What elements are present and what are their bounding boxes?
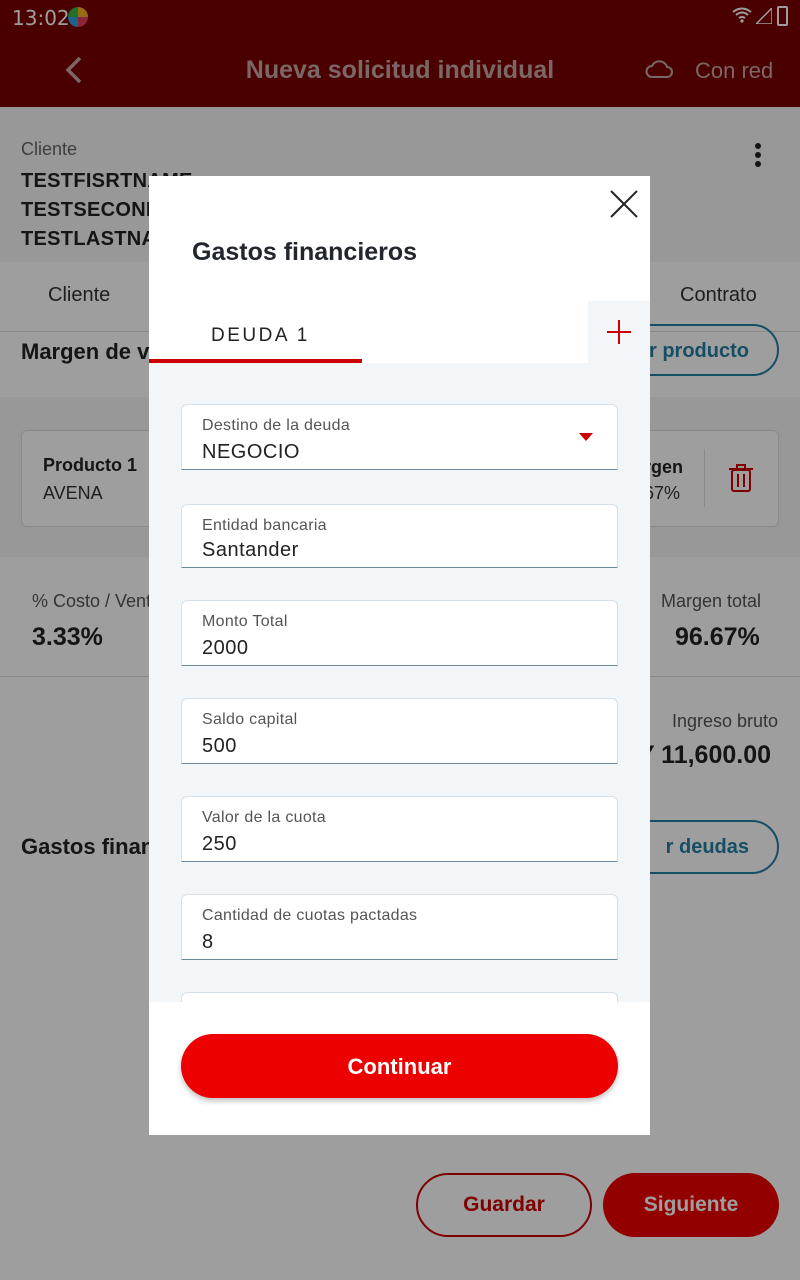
continue-button[interactable]: Continuar [181, 1034, 618, 1098]
field-value: 250 [202, 833, 237, 855]
field-label: Monto Total [202, 613, 288, 630]
next-field[interactable] [181, 992, 618, 1002]
field-label: Cantidad de cuotas pactadas [202, 907, 418, 924]
field-label: Destino de la deuda [202, 417, 351, 434]
field-label: Saldo capital [202, 711, 298, 728]
field-value: 8 [202, 931, 214, 953]
debt-form: Destino de la deuda NEGOCIO Entidad banc… [149, 363, 650, 1002]
financial-expenses-dialog: Gastos financieros DEUDA 1 Destino de la… [149, 176, 650, 1135]
total-amount-field[interactable]: Monto Total 2000 [181, 600, 618, 666]
field-value: 2000 [202, 637, 249, 659]
installment-value-field[interactable]: Valor de la cuota 250 [181, 796, 618, 862]
dialog-footer: Continuar [149, 1002, 650, 1135]
field-label: Valor de la cuota [202, 809, 326, 826]
installments-count-field[interactable]: Cantidad de cuotas pactadas 8 [181, 894, 618, 960]
field-value: NEGOCIO [202, 441, 300, 463]
dialog-title: Gastos financieros [192, 238, 418, 266]
plus-icon [607, 320, 631, 344]
field-value: 500 [202, 735, 237, 757]
dropdown-caret-icon [579, 433, 593, 441]
capital-balance-field[interactable]: Saldo capital 500 [181, 698, 618, 764]
field-label: Entidad bancaria [202, 517, 327, 534]
tab-debt-1-label: DEUDA 1 [211, 325, 310, 346]
field-value: Santander [202, 539, 299, 561]
bank-entity-field[interactable]: Entidad bancaria Santander [181, 504, 618, 568]
close-icon[interactable] [608, 188, 640, 220]
debt-tabs: DEUDA 1 [149, 301, 650, 363]
add-debt-button[interactable] [588, 301, 650, 363]
debt-destination-select[interactable]: Destino de la deuda NEGOCIO [181, 404, 618, 470]
tab-debt-1[interactable]: DEUDA 1 [149, 301, 588, 363]
